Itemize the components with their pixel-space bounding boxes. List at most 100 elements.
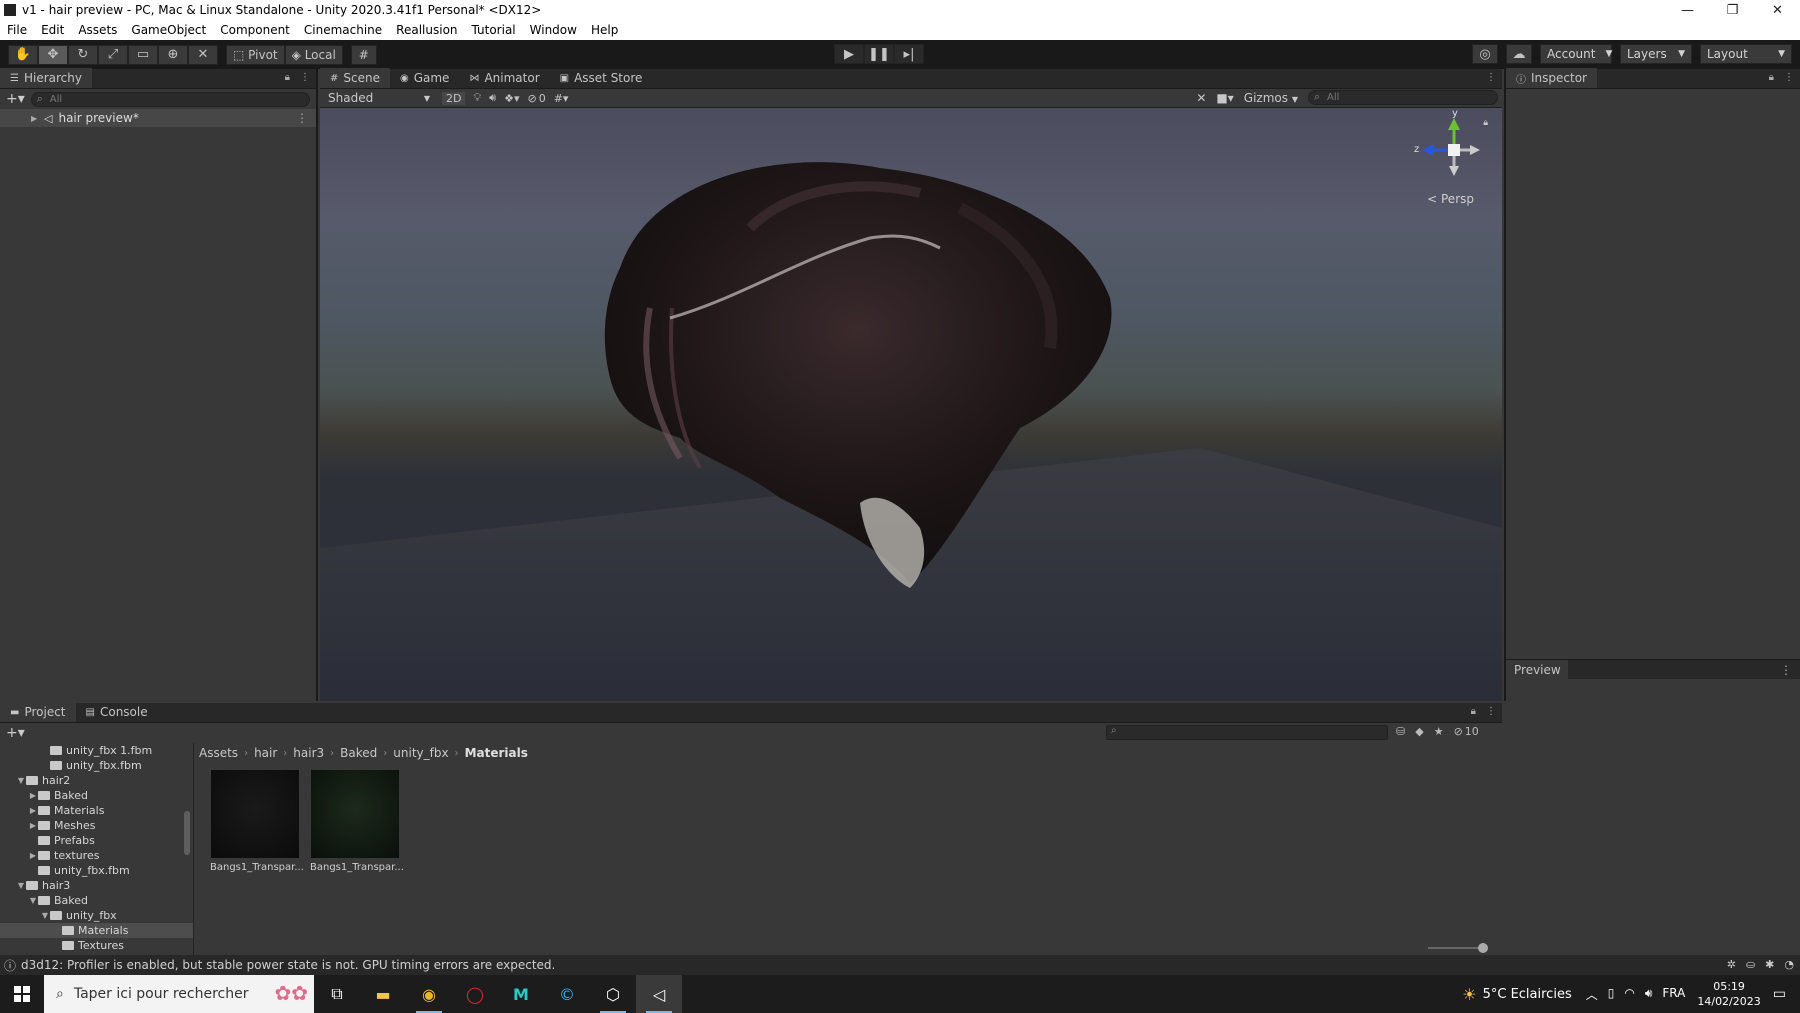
tree-item[interactable]: ▼ Baked [0,893,193,908]
preview-tab[interactable]: Preview [1506,659,1568,680]
tree-item[interactable]: ▶ Baked [0,788,193,803]
menu-file[interactable]: File [0,23,34,37]
breadcrumb-assets[interactable]: Assets [199,746,238,760]
tree-item[interactable]: unity_fbx 1.fbm [0,743,193,758]
tree-item[interactable]: unity_fbx.fbm [0,863,193,878]
taskbar-search-input[interactable]: ⌕ Taper ici pour rechercher ✿✿ [44,975,314,1013]
tree-expand-arrow-icon[interactable]: ▶ [28,791,38,800]
tree-item[interactable]: Prefabs [0,833,193,848]
kebab-menu-icon[interactable]: ⋮ [1784,72,1794,83]
menu-help[interactable]: Help [584,23,625,37]
chevron-up-icon[interactable]: ︿ [1586,986,1598,1003]
custom-tool-icon[interactable]: ✕ [188,44,218,65]
tab-animator[interactable]: ⋈ Animator [459,68,549,88]
expand-arrow-icon[interactable]: ▶ [31,114,37,123]
hand-icon[interactable]: ✋ [8,44,38,65]
scene-viewport[interactable]: y z 🔒︎ < Persp [320,108,1502,701]
camera-icon[interactable]: ■▾ [1216,91,1233,105]
menu-reallusion[interactable]: Reallusion [389,23,464,37]
language-indicator[interactable]: FRA [1662,986,1685,1003]
tab-hierarchy[interactable]: ☰ Hierarchy [0,68,92,88]
file-explorer-icon[interactable]: ▬ [360,975,406,1013]
chrome-icon[interactable]: ◉ [406,975,452,1013]
gizmos-dropdown[interactable]: Gizmos ▼ [1244,91,1298,105]
layers-dropdown[interactable]: Layers ▼ [1620,44,1692,64]
scene-search-input[interactable]: All [1308,90,1498,105]
lock-icon[interactable]: 🔒︎ [1471,706,1476,717]
minimize-button[interactable]: — [1665,0,1710,20]
asset-tile[interactable]: Bangs1_Transpar... [210,770,304,873]
thumbnail-size-slider[interactable] [1428,943,1488,953]
favorites-star-icon[interactable]: ★ [1434,725,1444,738]
rotate-icon[interactable]: ↻ [68,44,98,65]
device-icon[interactable]: ▯ [1608,986,1615,1003]
tree-expand-arrow-icon[interactable]: ▶ [28,821,38,830]
kebab-menu-icon[interactable]: ⋮ [1780,663,1792,677]
tree-item[interactable]: ▶ textures [0,848,193,863]
bug-icon[interactable]: ✲ [1727,958,1736,971]
tree-item[interactable]: Textures [0,938,193,953]
pivot-toggle[interactable]: ⬚ Pivot [226,44,285,65]
tab-scene[interactable]: # Scene [320,68,390,88]
tab-asset-store[interactable]: ▣ Asset Store [550,68,653,88]
cloud-icon[interactable]: ☁ [1506,44,1532,64]
kebab-menu-icon[interactable]: ⋮ [1486,72,1496,83]
tree-item[interactable]: ▼ hair2 [0,773,193,788]
network-icon[interactable]: ◠ [1624,986,1634,1003]
tab-inspector[interactable]: ⓘ Inspector [1506,68,1597,88]
restore-button[interactable]: ❐ [1710,0,1755,20]
layout-dropdown[interactable]: Layout ▼ [1700,44,1792,64]
step-icon[interactable]: ▸| [894,44,924,64]
volume-icon[interactable]: 🔊︎ [1645,986,1653,1003]
menu-assets[interactable]: Assets [71,23,124,37]
tree-item[interactable]: ▶ Materials [0,803,193,818]
hidden-objects-icon[interactable]: ⊘ [528,92,537,105]
shading-mode-dropdown[interactable]: Shaded ▼ [324,90,434,106]
breadcrumb-baked[interactable]: Baked [340,746,377,760]
status-message[interactable]: d3d12: Profiler is enabled, but stable p… [21,958,555,972]
kebab-menu-icon[interactable]: ⋮ [1486,706,1496,717]
tab-console[interactable]: ▤ Console [76,702,158,722]
menu-gameobject[interactable]: GameObject [124,23,213,37]
lighting-icon[interactable]: 💡︎ [473,91,481,105]
grid-icon[interactable]: #▾ [554,92,569,105]
breadcrumb-unity-fbx[interactable]: unity_fbx [393,746,448,760]
orientation-gizmo[interactable]: y z [1414,108,1494,204]
hidden-packages-icon[interactable]: ⊘ [1454,725,1463,738]
tree-item[interactable]: unity_fbx.fbm [0,758,193,773]
close-button[interactable]: ✕ [1755,0,1800,20]
account-dropdown[interactable]: Account ▼ [1540,44,1612,64]
lock-icon[interactable]: 🔒︎ [1483,118,1488,128]
breadcrumb-hair3[interactable]: hair3 [293,746,324,760]
tree-expand-arrow-icon[interactable]: ▶ [28,851,38,860]
filter-by-label-icon[interactable]: ◆ [1415,725,1423,738]
audio-icon[interactable]: 🔊︎ [489,91,496,105]
transform-icon[interactable]: ⊕ [158,44,188,65]
lock-icon[interactable]: 🔒︎ [1769,72,1774,83]
add-icon[interactable]: +▾ [6,91,25,107]
hierarchy-search-input[interactable]: All [30,91,310,107]
menu-cinemachine[interactable]: Cinemachine [297,23,389,37]
unity-editor-icon[interactable]: ◁ [636,975,682,1013]
tree-item[interactable]: ▼ hair3 [0,878,193,893]
effects-icon[interactable]: ❖▾ [504,92,519,105]
tree-item[interactable]: ▼ unity_fbx [0,908,193,923]
asset-tile[interactable]: Bangs1_Transpar... [310,770,404,873]
menu-window[interactable]: Window [523,23,584,37]
tab-project[interactable]: ▬ Project [0,702,76,722]
add-icon[interactable]: +▾ [6,725,25,741]
tree-expand-arrow-icon[interactable]: ▼ [28,896,38,905]
tab-game[interactable]: ◉ Game [390,68,459,88]
tree-item[interactable]: Materials [0,923,193,938]
play-icon[interactable]: ▶ [834,44,864,64]
move-icon[interactable]: ✥ [38,44,68,65]
breadcrumb-hair[interactable]: hair [254,746,277,760]
tools-icon[interactable]: ✕ [1196,91,1206,105]
auto-generate-icon[interactable]: ✱ [1765,958,1774,971]
c-app-icon[interactable]: © [544,975,590,1013]
filter-by-type-icon[interactable]: ⛁ [1396,725,1405,738]
opera-icon[interactable]: ◯ [452,975,498,1013]
kebab-menu-icon[interactable]: ⋮ [300,72,310,83]
clock[interactable]: 05:19 14/02/2023 [1697,979,1760,1009]
project-search-input[interactable] [1106,725,1388,740]
